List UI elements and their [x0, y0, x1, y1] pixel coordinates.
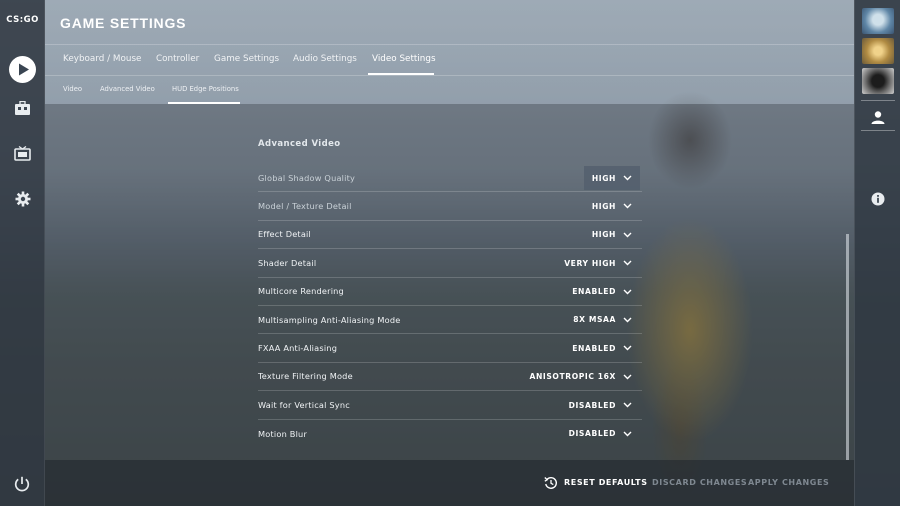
setting-value: HIGH [591, 230, 616, 240]
setting-value: ENABLED [572, 343, 616, 353]
setting-dropdown[interactable]: HIGH [584, 223, 640, 247]
setting-value: ENABLED [572, 287, 616, 297]
setting-shader-detail: Shader Detail VERY HIGH [258, 249, 642, 278]
page-title: GAME SETTINGS [60, 15, 187, 31]
settings-list: Global Shadow Quality HIGH Model / Textu… [258, 164, 642, 448]
inventory-icon [15, 101, 30, 115]
settings-panel: Advanced Video Global Shadow Quality HIG… [45, 104, 854, 460]
play-icon [19, 63, 29, 76]
setting-label: Texture Filtering Mode [258, 371, 353, 382]
apply-changes-button[interactable]: APPLY CHANGES [748, 478, 829, 487]
active-tab-indicator [368, 73, 434, 75]
chevron-down-icon [623, 175, 632, 181]
watch-button[interactable] [9, 140, 36, 167]
setting-dropdown[interactable]: VERY HIGH [556, 251, 640, 275]
setting-label: Wait for Vertical Sync [258, 399, 350, 410]
chevron-down-icon [623, 289, 632, 295]
subtab-advanced-video[interactable]: Advanced Video [100, 85, 155, 93]
sub-tabs: Video Advanced Video HUD Edge Positions [45, 77, 854, 104]
subtab-hud-edge-positions[interactable]: HUD Edge Positions [172, 85, 239, 93]
setting-value: 8X MSAA [573, 315, 616, 325]
chevron-down-icon [623, 345, 632, 351]
setting-model-texture-detail: Model / Texture Detail HIGH [258, 192, 642, 221]
setting-effect-detail: Effect Detail HIGH [258, 221, 642, 250]
profile-icon[interactable] [870, 110, 886, 126]
chevron-down-icon [623, 402, 632, 408]
chevron-down-icon [623, 203, 632, 209]
setting-dropdown[interactable]: DISABLED [561, 393, 640, 417]
setting-label: Global Shadow Quality [258, 172, 356, 183]
setting-label: Effect Detail [258, 229, 312, 240]
subtab-video[interactable]: Video [63, 85, 82, 93]
setting-dropdown[interactable]: HIGH [584, 194, 640, 218]
chevron-down-icon [623, 232, 632, 238]
avatar[interactable] [862, 68, 894, 94]
footer-bar: RESET DEFAULTS DISCARD CHANGES APPLY CHA… [45, 460, 854, 506]
scrollbar[interactable] [846, 234, 849, 460]
setting-label: Motion Blur [258, 428, 308, 439]
setting-dropdown[interactable]: DISABLED [561, 422, 640, 446]
discard-changes-button[interactable]: DISCARD CHANGES [652, 478, 747, 487]
setting-dropdown[interactable]: ANISOTROPIC 16X [522, 365, 641, 389]
right-nav [854, 0, 900, 506]
chevron-down-icon [623, 374, 632, 380]
tab-controller[interactable]: Controller [156, 54, 199, 64]
settings-button[interactable] [9, 185, 36, 212]
tab-audio-settings[interactable]: Audio Settings [293, 54, 357, 64]
setting-value: DISABLED [568, 429, 616, 439]
header: GAME SETTINGS Keyboard / Mouse Controlle… [45, 0, 854, 104]
info-icon[interactable] [871, 192, 885, 206]
setting-motion-blur: Motion Blur DISABLED [258, 420, 642, 448]
section-title: Advanced Video [258, 139, 341, 149]
play-button[interactable] [9, 56, 36, 83]
setting-label: Multisampling Anti-Aliasing Mode [258, 314, 401, 325]
logo: CS:GO [6, 15, 39, 25]
setting-label: Model / Texture Detail [258, 201, 352, 212]
setting-label: Shader Detail [258, 257, 317, 268]
setting-label: Multicore Rendering [258, 286, 344, 297]
avatar[interactable] [862, 38, 894, 64]
reset-defaults-button[interactable]: RESET DEFAULTS [564, 478, 648, 487]
setting-msaa-mode: Multisampling Anti-Aliasing Mode 8X MSAA [258, 306, 642, 335]
chevron-down-icon [623, 260, 632, 266]
setting-dropdown[interactable]: 8X MSAA [565, 308, 640, 332]
tab-game-settings[interactable]: Game Settings [214, 54, 279, 64]
power-icon[interactable] [13, 475, 31, 493]
setting-dropdown[interactable]: ENABLED [564, 280, 640, 304]
left-nav: CS:GO [0, 0, 45, 506]
divider [861, 130, 895, 131]
divider [861, 100, 895, 101]
setting-dropdown[interactable]: HIGH [583, 166, 640, 190]
avatar[interactable] [862, 8, 894, 34]
tab-keyboard-mouse[interactable]: Keyboard / Mouse [63, 54, 141, 64]
main-tabs: Keyboard / Mouse Controller Game Setting… [45, 44, 854, 76]
chevron-down-icon [623, 431, 632, 437]
setting-value: HIGH [591, 201, 616, 211]
tab-video-settings[interactable]: Video Settings [372, 54, 436, 64]
setting-value: ANISOTROPIC 16X [529, 372, 616, 382]
reset-icon [544, 477, 557, 489]
setting-value: VERY HIGH [564, 258, 616, 268]
tv-icon [14, 146, 31, 161]
gear-icon [15, 191, 30, 206]
chevron-down-icon [623, 317, 632, 323]
setting-fxaa: FXAA Anti-Aliasing ENABLED [258, 334, 642, 363]
setting-value: DISABLED [568, 400, 616, 410]
setting-vsync: Wait for Vertical Sync DISABLED [258, 391, 642, 420]
setting-multicore-rendering: Multicore Rendering ENABLED [258, 278, 642, 306]
setting-value: HIGH [591, 173, 616, 183]
inventory-button[interactable] [9, 95, 36, 122]
setting-texture-filtering: Texture Filtering Mode ANISOTROPIC 16X [258, 363, 642, 392]
setting-dropdown[interactable]: ENABLED [564, 336, 640, 360]
setting-label: FXAA Anti-Aliasing [258, 343, 338, 354]
setting-global-shadow-quality: Global Shadow Quality HIGH [258, 164, 642, 193]
